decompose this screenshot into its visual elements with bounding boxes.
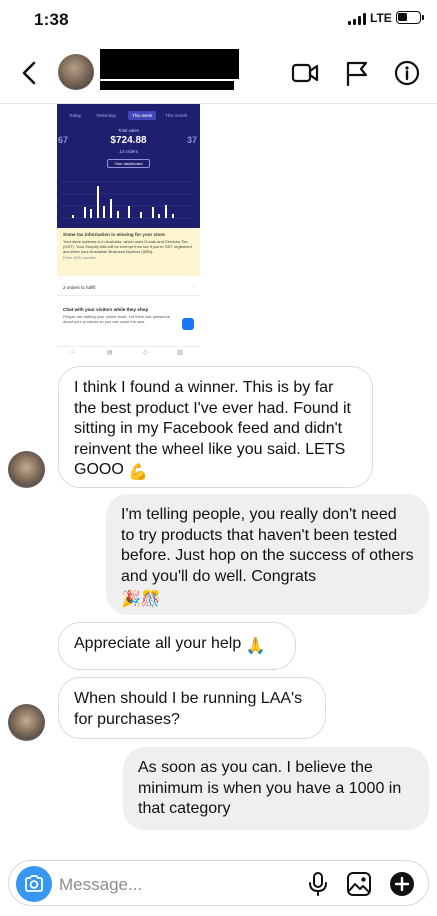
- redacted-contact-status: [100, 81, 234, 90]
- dashboard-button: Your dashboard: [107, 159, 150, 168]
- status-bar: 1:38 LTE: [0, 0, 437, 40]
- camera-button[interactable]: [16, 866, 52, 902]
- message-text: When should I be running LAA's for purch…: [74, 690, 303, 728]
- message-text: Appreciate all your help: [74, 635, 242, 652]
- message-sent[interactable]: I'm telling people, you really don't nee…: [106, 494, 429, 615]
- total-sales-value: $724.88: [110, 135, 147, 146]
- home-icon: ⌂: [71, 349, 75, 355]
- contact-avatar-small: [8, 451, 45, 488]
- chat-header: [0, 40, 437, 104]
- video-call-icon[interactable]: [291, 60, 319, 86]
- fulfill-row: 2 orders to fulfill ›: [57, 281, 200, 296]
- message-text: I'm telling people, you really don't nee…: [121, 506, 414, 585]
- message-received[interactable]: Appreciate all your help 🙏: [58, 622, 296, 670]
- tab-today: Today: [69, 113, 82, 118]
- message-input[interactable]: [59, 874, 259, 896]
- party-emoji: 🎉🎊: [121, 591, 161, 608]
- shopify-nav-bar: ⌂ ▤ ◇ ▥: [57, 346, 200, 358]
- gallery-icon[interactable]: [346, 871, 372, 897]
- tab-this-week: This week: [128, 111, 157, 120]
- message-sent[interactable]: As soon as you can. I believe the minimu…: [123, 747, 429, 830]
- tax-warning-card: Some tax information is missing for your…: [57, 228, 200, 276]
- dashboard-panel: Today Yesterday This week This month 67 …: [57, 104, 200, 228]
- contact-avatar-small: [8, 704, 45, 741]
- network-type: LTE: [370, 11, 392, 25]
- shared-image[interactable]: Today Yesterday This week This month 67 …: [57, 104, 200, 358]
- info-icon[interactable]: [394, 60, 422, 86]
- camera-icon: [25, 875, 43, 892]
- tax-body: Your store address is in Australia, whic…: [63, 239, 192, 254]
- period-tabs: Today Yesterday This week This month: [57, 111, 200, 122]
- signal-icon: [348, 13, 366, 25]
- redacted-contact-name: [100, 49, 239, 79]
- chat-promo-card: Chat with your visitors while they shop …: [57, 303, 200, 343]
- chat-promo-title: Chat with your visitors while they shop: [63, 307, 149, 312]
- message-text: I think I found a winner. This is by far…: [74, 379, 351, 478]
- flexed-biceps-emoji: 💪: [128, 464, 149, 481]
- folded-hands-emoji: 🙏: [245, 638, 266, 655]
- tab-yesterday: Yesterday: [96, 113, 116, 118]
- sales-bar-chart: [62, 181, 197, 219]
- contact-avatar[interactable]: [58, 54, 94, 90]
- plus-icon[interactable]: [389, 871, 415, 897]
- chevron-right-icon: ›: [192, 284, 194, 289]
- battery-icon: [396, 11, 424, 24]
- message-text: As soon as you can. I believe the minimu…: [138, 759, 402, 817]
- tab-this-month: This month: [165, 113, 188, 118]
- message-received[interactable]: When should I be running LAA's for purch…: [58, 677, 326, 739]
- tax-title: Some tax information is missing for your…: [63, 232, 165, 237]
- tax-link: Enter ABN number: [63, 255, 97, 260]
- message-composer: [8, 860, 429, 906]
- messenger-icon: [182, 318, 194, 330]
- orders-icon: ▤: [107, 350, 113, 356]
- store-icon: ▥: [177, 350, 183, 356]
- chevron-left-icon[interactable]: [18, 60, 40, 86]
- tag-icon: ◇: [143, 350, 148, 356]
- flag-icon[interactable]: [344, 60, 372, 86]
- microphone-icon[interactable]: [307, 871, 329, 897]
- status-time: 1:38: [34, 10, 69, 29]
- chat-promo-body: People are visiting your online store. L…: [63, 314, 170, 324]
- total-sales-label: Total sales: [117, 128, 140, 133]
- orders-count: 13 orders: [118, 149, 138, 154]
- message-received[interactable]: I think I found a winner. This is by far…: [58, 366, 373, 488]
- fulfill-text: 2 orders to fulfill: [63, 285, 96, 290]
